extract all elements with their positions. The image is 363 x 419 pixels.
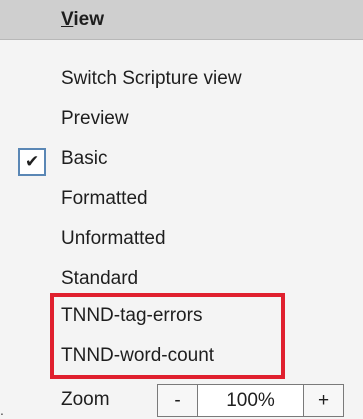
zoom-label: Zoom: [61, 389, 110, 410]
menu-item-basic[interactable]: ✔ Basic: [0, 140, 363, 180]
menu-item-standard[interactable]: Standard: [0, 260, 363, 300]
menu-item-label: Formatted: [61, 188, 148, 209]
menu-item-label: TNND-tag-errors: [61, 305, 203, 326]
check-glyph: ✔: [25, 152, 40, 171]
menu-item-tnnd-tag-errors[interactable]: TNND-tag-errors: [0, 297, 363, 337]
menu-item-tnnd-word-count[interactable]: TNND-word-count: [0, 337, 363, 377]
view-menu: View Switch Scripture view Preview ✔ Bas…: [0, 0, 363, 419]
menu-item-label: TNND-word-count: [61, 345, 215, 366]
menu-item-label: Preview: [61, 108, 129, 129]
menu-item-unformatted[interactable]: Unformatted: [0, 220, 363, 260]
menu-item-label: Unformatted: [61, 228, 166, 249]
zoom-row: Zoom - 100% +: [0, 380, 363, 419]
edge-mark: .: [0, 402, 4, 418]
zoom-stepper: - 100% +: [157, 384, 344, 417]
zoom-decrease-button[interactable]: -: [158, 385, 197, 416]
checkmark-icon: ✔: [18, 148, 46, 176]
menu-item-label: Switch Scripture view: [61, 68, 242, 89]
menu-title: View: [61, 9, 104, 31]
menu-title-rest: iew: [73, 9, 104, 30]
menu-item-preview[interactable]: Preview: [0, 100, 363, 140]
menu-item-switch-scripture-view[interactable]: Switch Scripture view: [0, 60, 363, 100]
zoom-increase-button[interactable]: +: [304, 385, 343, 416]
menu-header[interactable]: View: [0, 0, 363, 40]
zoom-value: 100%: [197, 385, 304, 416]
menu-item-label: Basic: [61, 148, 108, 169]
menu-title-mnemonic: V: [61, 9, 74, 30]
menu-item-formatted[interactable]: Formatted: [0, 180, 363, 220]
menu-item-label: Standard: [61, 268, 139, 289]
